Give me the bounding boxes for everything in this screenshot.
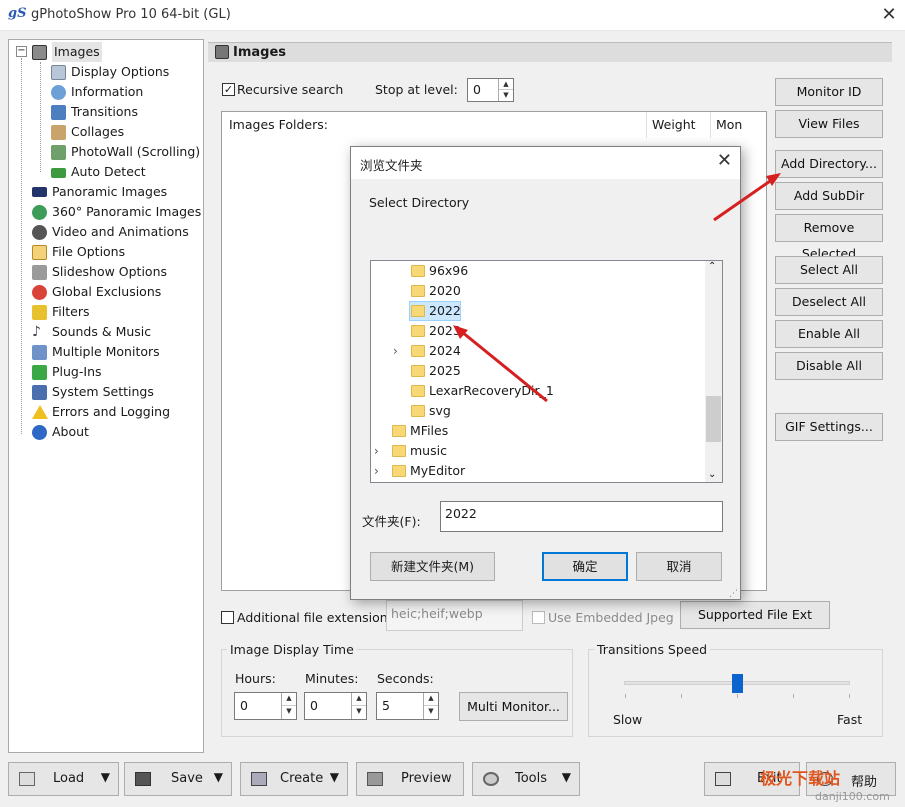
- annotation-arrow-folder-2022: [461, 330, 548, 403]
- annotation-arrow-add-directory: [713, 177, 774, 222]
- annotation-arrows: [453, 173, 781, 403]
- watermark-url: danji100.com: [815, 790, 890, 803]
- watermark-logo: 极光下载站: [760, 769, 841, 788]
